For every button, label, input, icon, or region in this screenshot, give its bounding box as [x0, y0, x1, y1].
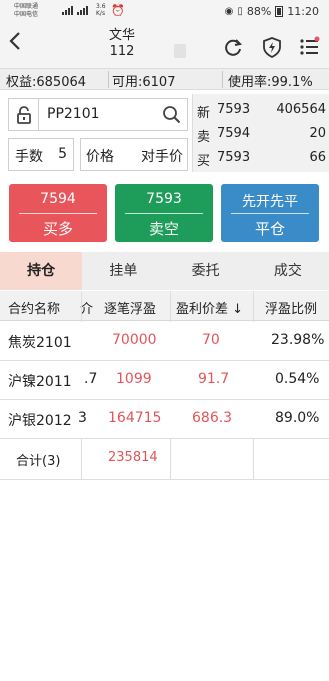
pnl-ratio: 0.54% — [275, 371, 320, 387]
bid-volume: 66 — [309, 150, 326, 165]
float-pnl: 70000 — [112, 332, 157, 348]
ask-volume: 20 — [309, 126, 326, 141]
table-row[interactable]: 焦炭2101 70000 70 23.98% — [0, 322, 329, 361]
header-title-block: 文华 112 — [80, 28, 164, 60]
status-bar: 中国联通 中国电信 3.6 K/s ⏰ ◉ ▯ 88% 11:20 — [0, 0, 329, 24]
col-contract-name[interactable]: 合约名称 — [8, 298, 60, 317]
blurred-mark — [174, 44, 186, 58]
account-summary-bar: 权益:685064 可用:6107 使用率:99.1% — [0, 68, 329, 90]
back-arrow-icon[interactable] — [8, 30, 22, 58]
app-header: 文华 112 — [0, 24, 329, 68]
divider — [231, 213, 309, 214]
divider — [108, 71, 109, 88]
col-pnl-ratio[interactable]: 浮盈比例 — [265, 298, 317, 317]
quantity-field[interactable]: 手数 5 — [8, 138, 74, 171]
close-mode: 先开先平 — [242, 194, 298, 210]
price-diff: 91.7 — [198, 371, 230, 387]
lock-icon[interactable] — [9, 99, 39, 130]
search-icon[interactable] — [162, 105, 181, 128]
available-text: 可用:6107 — [112, 75, 176, 90]
ask-row: 卖 7594 20 — [193, 123, 329, 145]
signal-icon — [62, 6, 88, 15]
quantity-value: 5 — [58, 146, 67, 162]
price-label: 价格 — [86, 149, 114, 165]
header-subtitle: 112 — [109, 44, 135, 59]
bid-row: 买 7593 66 — [193, 147, 329, 169]
clock: 11:20 — [287, 5, 319, 18]
table-row[interactable]: 沪镍2011 .7 1099 91.7 0.54% — [0, 361, 329, 400]
partial-value: .7 — [84, 371, 98, 387]
positions-table-header: 合约名称 介 逐笔浮盈 盈利价差 ↓ 浮盈比例 — [0, 291, 329, 321]
total-row: 合计(3) 235814 — [0, 440, 329, 480]
pnl-ratio: 89.0% — [275, 410, 320, 426]
bid-label: 买 — [197, 154, 211, 169]
carrier-1: 中国联通 — [14, 3, 39, 10]
close-label: 平仓 — [254, 220, 285, 238]
total-label: 合计(3) — [16, 454, 61, 469]
tab-trades[interactable]: 成交 — [247, 252, 329, 290]
price-field[interactable]: 价格 对手价 — [80, 138, 188, 171]
divider — [19, 213, 97, 214]
carrier-info: 中国联通 中国电信 — [14, 3, 38, 19]
divider — [222, 71, 223, 88]
float-pnl: 1099 — [116, 371, 152, 387]
last-volume: 406564 — [276, 102, 326, 117]
lightning-shield-icon[interactable] — [261, 36, 283, 59]
quantity-label: 手数 — [15, 149, 43, 165]
table-row[interactable]: 沪银2012 3 164715 686.3 89.0% — [0, 400, 329, 439]
contract-code: PP2101 — [47, 106, 100, 122]
divider — [125, 213, 203, 214]
refresh-icon[interactable] — [222, 36, 244, 58]
price-diff: 70 — [202, 332, 220, 348]
header-title: 文华 — [108, 28, 135, 43]
total-float-pnl: 235814 — [108, 450, 158, 465]
contract-name: 沪银2012 — [8, 413, 72, 429]
tab-positions[interactable]: 持仓 — [0, 252, 83, 290]
usage-rate-text: 使用率:99.1% — [228, 75, 313, 90]
position-tabs: 持仓 挂单 委托 成交 — [0, 252, 329, 290]
close-position-button[interactable]: 先开先平 平仓 — [221, 184, 319, 242]
buy-long-button[interactable]: 7594 买多 — [9, 184, 107, 242]
sell-price: 7593 — [146, 191, 182, 207]
alarm-icon: ⏰ — [111, 4, 125, 17]
partial-value: 3 — [78, 410, 87, 426]
battery-icon — [275, 6, 284, 17]
buy-label: 买多 — [42, 220, 73, 238]
tab-pending-orders[interactable]: 挂单 — [82, 252, 164, 290]
ask-price: 7594 — [217, 126, 251, 141]
carrier-2: 中国电信 — [14, 11, 39, 18]
sell-label: 卖空 — [148, 220, 179, 238]
last-label: 新 — [197, 106, 211, 121]
status-right: ◉ ▯ 88% 11:20 — [225, 5, 319, 18]
menu-list-icon[interactable] — [298, 36, 320, 58]
float-pnl: 164715 — [108, 410, 162, 426]
tab-orders[interactable]: 委托 — [165, 252, 247, 290]
pnl-ratio: 23.98% — [271, 332, 325, 348]
net-speed-unit: K/s — [96, 10, 106, 17]
quote-panel: 新 7593 406564 卖 7594 20 买 7593 66 — [192, 94, 329, 172]
net-speed: 3.6 K/s — [96, 3, 106, 17]
vibrate-icon: ▯ — [237, 6, 243, 17]
col-float-pnl[interactable]: 逐笔浮盈 — [104, 298, 156, 317]
contract-selector[interactable]: PP2101 — [8, 98, 188, 131]
bid-price: 7593 — [217, 150, 251, 165]
net-speed-value: 3.6 — [96, 3, 106, 10]
contract-name: 沪镍2011 — [8, 374, 72, 390]
last-price: 7593 — [217, 102, 251, 117]
col-price-diff[interactable]: 盈利价差 ↓ — [176, 298, 243, 317]
last-price-row: 新 7593 406564 — [193, 99, 329, 121]
buy-price: 7594 — [40, 191, 76, 207]
ask-label: 卖 — [197, 130, 211, 145]
price-value: 对手价 — [141, 149, 183, 165]
price-diff: 686.3 — [192, 410, 233, 426]
contract-name: 焦炭2101 — [8, 335, 72, 351]
sell-short-button[interactable]: 7593 卖空 — [115, 184, 213, 242]
equity-text: 权益:685064 — [6, 75, 87, 90]
eye-icon: ◉ — [224, 6, 234, 17]
battery-text: 88% — [246, 5, 272, 18]
